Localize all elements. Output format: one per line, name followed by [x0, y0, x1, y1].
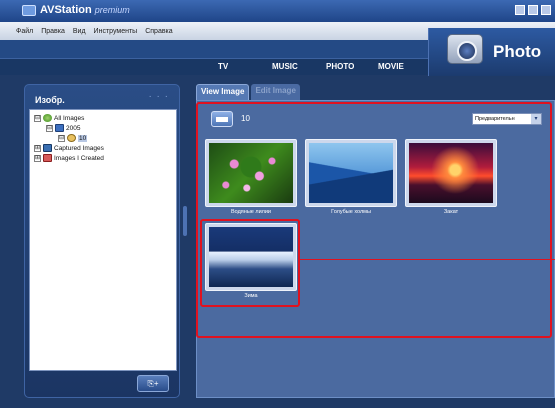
menu-view[interactable]: Вид	[73, 28, 86, 35]
calendar-icon	[55, 124, 64, 132]
thumbnail-frame[interactable]	[405, 139, 497, 207]
collapse-icon[interactable]: ⊟	[34, 114, 41, 122]
image-viewer: 10 Предварительн ▾ Водяные лилии Голубые…	[196, 100, 555, 398]
thumbnail-frame[interactable]	[205, 139, 297, 207]
pictures-icon	[43, 154, 52, 162]
tree-node-label: Images I Created	[54, 154, 104, 162]
collapse-icon[interactable]: ⊟	[46, 124, 53, 132]
menu-help[interactable]: Справка	[145, 28, 172, 35]
tab-photo[interactable]: PHOTO	[326, 62, 354, 71]
sort-select[interactable]: Предварительн ▾	[472, 113, 542, 125]
minimize-button[interactable]	[515, 5, 525, 15]
menu-file[interactable]: Файл	[16, 28, 33, 35]
blue-hills-image[interactable]	[309, 143, 393, 203]
close-button[interactable]	[541, 5, 551, 15]
tree-node-all-images[interactable]: ⊟ All Images	[34, 114, 84, 122]
section-logo: Photo	[428, 28, 555, 76]
thumbnail-frame[interactable]	[305, 139, 397, 207]
tree-node-images-i-created[interactable]: ⊞ Images I Created	[34, 154, 104, 162]
add-folder-button[interactable]: ⎘+	[137, 375, 169, 392]
image-count: 10	[241, 114, 250, 123]
tab-edit-image[interactable]: Edit Image	[251, 84, 300, 100]
chevron-down-icon[interactable]: ▾	[531, 114, 541, 124]
tree-node-label: All Images	[54, 114, 85, 122]
thumbnail-item[interactable]: Голубые холмы	[305, 139, 401, 219]
sidebar: Изобр. · · · ⊟ All Images ⊟ 2005 ⊟ 10 ⊞ …	[24, 84, 180, 398]
title-bar: AVStation premium	[0, 0, 555, 22]
monitor-icon	[22, 5, 36, 16]
app-edition: premium	[94, 5, 130, 15]
expand-icon[interactable]: ⊞	[34, 144, 41, 152]
thumbnail-caption: Зима	[244, 293, 258, 299]
collapse-icon[interactable]: ⊟	[58, 134, 65, 142]
thumbnail-view-icon[interactable]	[211, 111, 233, 127]
water-lilies-image[interactable]	[209, 143, 293, 203]
tree-node-label: 2005	[66, 124, 81, 132]
content-tabs: View Image Edit Image	[196, 84, 300, 100]
thumbnail-item[interactable]: Зима	[205, 223, 301, 303]
tree-node-10[interactable]: ⊟ 10	[58, 134, 88, 142]
camera-icon	[447, 34, 483, 64]
tree-node-2005[interactable]: ⊟ 2005	[46, 124, 80, 132]
winter-image[interactable]	[209, 227, 293, 287]
thumbnail-item[interactable]: Водяные лилии	[205, 139, 301, 219]
thumbnail-caption: Водяные лилии	[230, 209, 271, 215]
tree-node-label: 10	[78, 134, 88, 142]
app-title: AVStation premium	[40, 4, 130, 16]
maximize-button[interactable]	[528, 5, 538, 15]
section-logo-text: Photo	[493, 42, 542, 61]
folder-tree: ⊟ All Images ⊟ 2005 ⊟ 10 ⊞ Captured Imag…	[29, 109, 177, 371]
thumbnail-caption: Голубые холмы	[331, 209, 371, 215]
sort-select-value: Предварительн	[475, 116, 515, 122]
sidebar-grip-icon[interactable]: · · ·	[148, 91, 169, 102]
nav-bar	[0, 58, 430, 75]
tab-movie[interactable]: MOVIE	[378, 62, 404, 71]
menu-tools[interactable]: Инструменты	[94, 28, 138, 35]
tab-tv[interactable]: TV	[218, 62, 228, 71]
tree-node-label: Captured Images	[54, 144, 104, 152]
clock-icon	[67, 134, 76, 142]
camera-icon	[43, 144, 52, 152]
tab-music[interactable]: MUSIC	[272, 62, 298, 71]
expand-icon[interactable]: ⊞	[34, 154, 41, 162]
sunset-image[interactable]	[409, 143, 493, 203]
tab-view-image[interactable]: View Image	[196, 84, 250, 100]
thumbnail-item[interactable]: Закат	[405, 139, 501, 219]
tree-node-captured-images[interactable]: ⊞ Captured Images	[34, 144, 104, 152]
sidebar-title: Изобр.	[35, 95, 65, 105]
folder-all-icon	[43, 114, 52, 122]
panel-splitter[interactable]	[183, 206, 187, 236]
menu-edit[interactable]: Правка	[41, 28, 65, 35]
thumbnail-caption: Закат	[443, 209, 459, 215]
thumbnail-frame[interactable]	[205, 223, 297, 291]
window-controls	[515, 5, 551, 15]
